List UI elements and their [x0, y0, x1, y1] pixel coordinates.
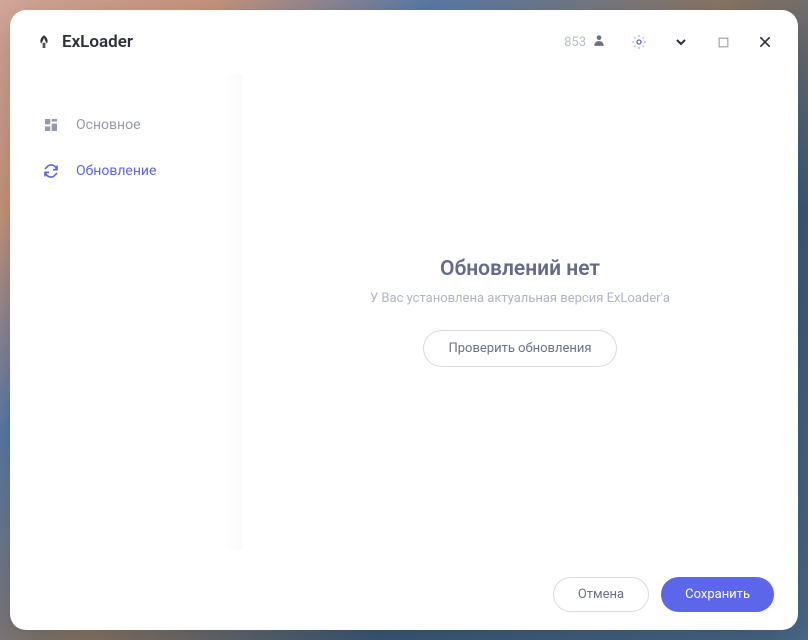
sidebar-item-main[interactable]: Основное: [10, 102, 242, 148]
update-title: Обновлений нет: [440, 257, 600, 281]
sidebar: Основное Обновление: [10, 74, 242, 630]
leaf-icon: [34, 32, 54, 52]
footer: Отмена Сохранить: [553, 577, 774, 612]
sidebar-item-label: Основное: [76, 117, 141, 133]
user-count-value: 853: [564, 35, 586, 50]
user-icon: [592, 33, 606, 51]
refresh-icon: [42, 162, 60, 180]
dashboard-icon: [42, 116, 60, 134]
settings-icon[interactable]: [630, 33, 648, 51]
close-icon[interactable]: [756, 33, 774, 51]
cancel-button[interactable]: Отмена: [553, 577, 649, 612]
save-button[interactable]: Сохранить: [661, 577, 774, 612]
titlebar: ExLoader 853: [10, 10, 798, 74]
check-updates-button[interactable]: Проверить обновления: [423, 330, 616, 367]
body: Основное Обновление Обновлений нет У Вас…: [10, 74, 798, 630]
sidebar-item-label: Обновление: [76, 163, 156, 179]
app-window: ExLoader 853: [10, 10, 798, 630]
sidebar-item-update[interactable]: Обновление: [10, 148, 242, 194]
main-content: Обновлений нет У Вас установлена актуаль…: [242, 74, 798, 630]
user-count: 853: [564, 33, 606, 51]
chevron-down-icon[interactable]: [672, 33, 690, 51]
update-subtitle: У Вас установлена актуальная версия ExLo…: [370, 291, 670, 306]
maximize-icon[interactable]: [714, 33, 732, 51]
titlebar-controls: 853: [564, 33, 774, 51]
app-title: ExLoader: [62, 32, 133, 52]
brand: ExLoader: [34, 32, 133, 52]
